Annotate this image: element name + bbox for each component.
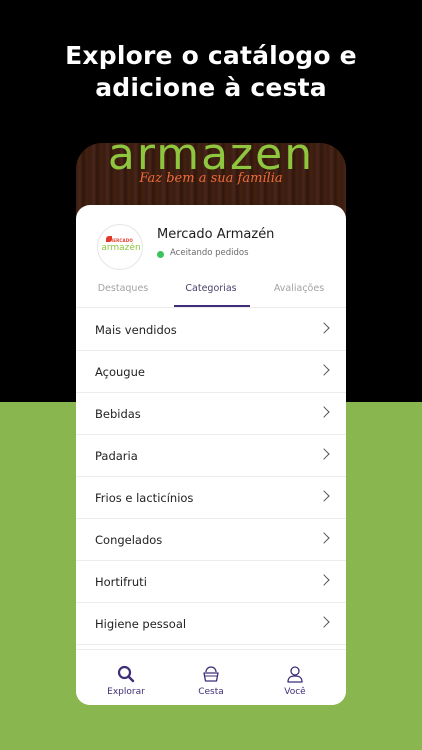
tab-destaques[interactable]: Destaques <box>78 283 168 294</box>
tab-avaliacoes[interactable]: Avaliações <box>254 283 344 294</box>
nav-label: Explorar <box>107 687 145 697</box>
category-list: Mais vendidos Açougue Bebidas Padaria Fr… <box>76 309 346 645</box>
nav-explorar[interactable]: Explorar <box>81 650 171 705</box>
headline: Explore o catálogo e adicione à cesta <box>0 40 422 104</box>
headline-line-2: adicione à cesta <box>95 73 327 102</box>
store-logo: MERCADO armazén <box>97 224 143 270</box>
store-header: MERCADO armazén Mercado Armazén Aceitand… <box>76 205 346 275</box>
category-label: Padaria <box>95 449 138 463</box>
category-label: Hortifruti <box>95 575 147 589</box>
chevron-right-icon <box>318 616 330 628</box>
category-label: Frios e lacticínios <box>95 491 194 505</box>
category-row-bebidas[interactable]: Bebidas <box>76 393 346 435</box>
category-label: Mais vendidos <box>95 323 177 337</box>
chevron-right-icon <box>318 322 330 334</box>
active-tab-indicator <box>174 305 250 307</box>
bottom-nav: Explorar Cesta Você <box>76 649 346 705</box>
category-row-higiene[interactable]: Higiene pessoal <box>76 603 346 645</box>
category-row-frios[interactable]: Frios e lacticínios <box>76 477 346 519</box>
banner-tagline: Faz bem a sua família <box>139 171 283 186</box>
basket-icon <box>203 666 219 682</box>
chevron-right-icon <box>318 448 330 460</box>
nav-cesta[interactable]: Cesta <box>166 650 256 705</box>
nav-label: Cesta <box>198 687 224 697</box>
category-label: Congelados <box>95 533 163 547</box>
logo-main-text: armazén <box>101 243 141 253</box>
chevron-right-icon <box>318 574 330 586</box>
store-name: Mercado Armazén <box>157 227 275 242</box>
category-label: Açougue <box>95 365 145 379</box>
category-row-hortifruti[interactable]: Hortifruti <box>76 561 346 603</box>
category-label: Bebidas <box>95 407 141 421</box>
chevron-right-icon <box>318 406 330 418</box>
chevron-right-icon <box>318 532 330 544</box>
category-label: Higiene pessoal <box>95 617 187 631</box>
category-row-mais-vendidos[interactable]: Mais vendidos <box>76 309 346 351</box>
category-row-acougue[interactable]: Açougue <box>76 351 346 393</box>
category-row-padaria[interactable]: Padaria <box>76 435 346 477</box>
chevron-right-icon <box>318 364 330 376</box>
tab-bar: Destaques Categorias Avaliações <box>76 275 346 308</box>
chevron-right-icon <box>318 490 330 502</box>
status-dot-icon <box>157 251 164 258</box>
headline-line-1: Explore o catálogo e <box>65 41 357 70</box>
nav-label: Você <box>284 687 306 697</box>
tab-categorias[interactable]: Categorias <box>166 283 256 294</box>
nav-voce[interactable]: Você <box>250 650 340 705</box>
store-status: Aceitando pedidos <box>170 248 249 258</box>
user-icon <box>287 666 303 683</box>
search-icon <box>117 665 135 683</box>
store-card: MERCADO armazén Mercado Armazén Aceitand… <box>76 205 346 705</box>
category-row-congelados[interactable]: Congelados <box>76 519 346 561</box>
